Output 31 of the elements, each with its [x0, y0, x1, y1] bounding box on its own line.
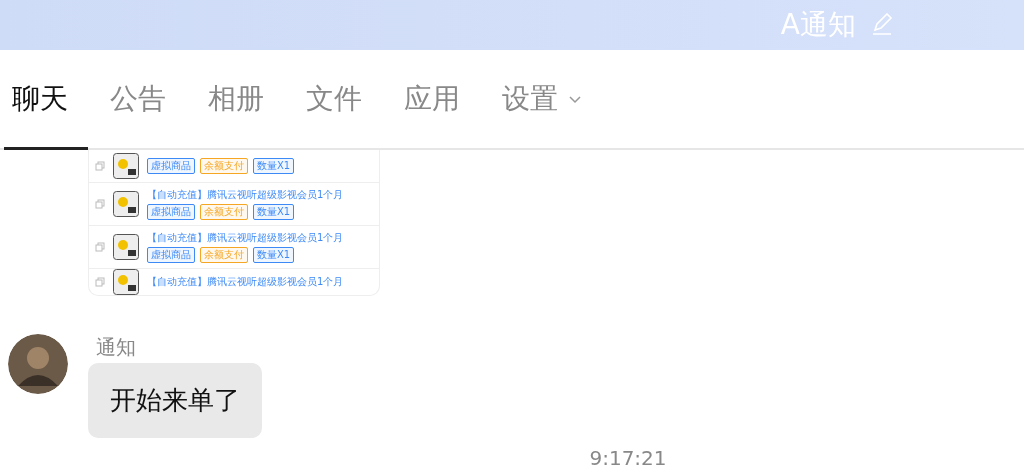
product-thumbnail: [113, 234, 139, 260]
tab[interactable]: 相册: [200, 50, 284, 150]
tag: 数量X1: [253, 247, 295, 263]
product-title: 【自动充值】腾讯云视听超级影视会员1个月: [147, 231, 344, 245]
sender-name: 通知: [95, 334, 137, 361]
tag: 余额支付: [200, 247, 248, 263]
tag: 虚拟商品: [147, 158, 195, 174]
avatar[interactable]: [8, 334, 68, 394]
tab[interactable]: 聊天: [4, 50, 88, 150]
copy-icon: [95, 242, 105, 252]
product-thumbnail: [113, 191, 139, 217]
tag: 数量X1: [253, 204, 295, 220]
tab[interactable]: 设置: [494, 50, 602, 150]
copy-icon: [95, 277, 105, 287]
timestamp: 9:17:21: [588, 446, 668, 469]
product-title: 【自动充值】腾讯云视听超级影视会员1个月: [147, 188, 344, 202]
product-thumbnail: [113, 269, 139, 295]
tag: 数量X1: [253, 158, 295, 174]
message-bubble: 开始来单了: [88, 363, 262, 438]
product-title: 【自动充值】腾讯云视听超级影视会员1个月: [147, 275, 344, 289]
tag: 余额支付: [200, 158, 248, 174]
tag: 虚拟商品: [147, 204, 195, 220]
tag: 余额支付: [200, 204, 248, 220]
screenshot-card[interactable]: 虚拟商品 余额支付 数量X1 【自动充值】腾讯云视听超级影视会员1个月 虚拟商品 余额支付 数量X1 【自动充值】腾讯云视听超级影视会员1个月 虚拟商品 余额支付 数量X1 【自动充值】腾讯云视听超级影视会员1个月: [88, 150, 380, 296]
tab[interactable]: 文件: [298, 50, 382, 150]
copy-icon: [95, 199, 105, 209]
tag: 虚拟商品: [147, 247, 195, 263]
tab[interactable]: 应用: [396, 50, 480, 150]
product-thumbnail: [113, 153, 139, 179]
copy-icon: [95, 161, 105, 171]
tab[interactable]: 公告: [102, 50, 186, 150]
